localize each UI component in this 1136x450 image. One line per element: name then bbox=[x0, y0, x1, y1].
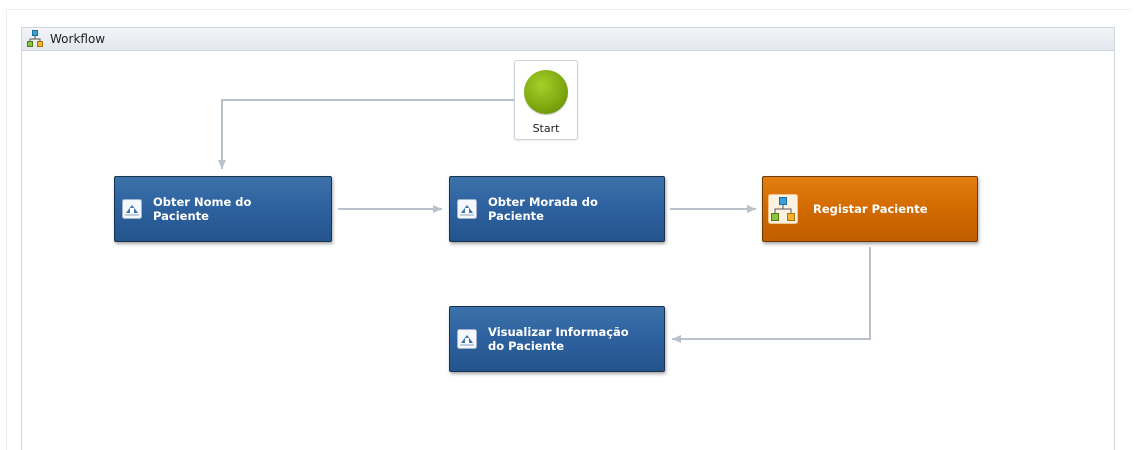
activity-label: Registar Paciente bbox=[813, 202, 928, 216]
start-node[interactable]: Start bbox=[514, 60, 578, 140]
start-label: Start bbox=[532, 122, 560, 135]
activity-label: Obter Morada do Paciente bbox=[488, 195, 598, 223]
activity-label: Obter Nome do Paciente bbox=[153, 195, 252, 223]
activity-visualizar-informacao[interactable]: Visualizar Informação do Paciente bbox=[449, 306, 665, 372]
activity-label: Visualizar Informação do Paciente bbox=[488, 325, 629, 353]
activity-form-icon bbox=[457, 199, 477, 219]
activity-form-icon bbox=[122, 199, 142, 219]
connector-registar-to-visualizar bbox=[672, 247, 871, 343]
connector-start-to-obter-nome bbox=[218, 99, 514, 169]
activity-obter-morada[interactable]: Obter Morada do Paciente bbox=[449, 176, 665, 242]
workflow-icon bbox=[768, 194, 798, 224]
activity-registar-paciente[interactable]: Registar Paciente bbox=[762, 176, 978, 242]
activity-obter-nome[interactable]: Obter Nome do Paciente bbox=[114, 176, 332, 242]
activity-form-icon bbox=[457, 329, 477, 349]
start-circle-icon bbox=[524, 70, 568, 114]
